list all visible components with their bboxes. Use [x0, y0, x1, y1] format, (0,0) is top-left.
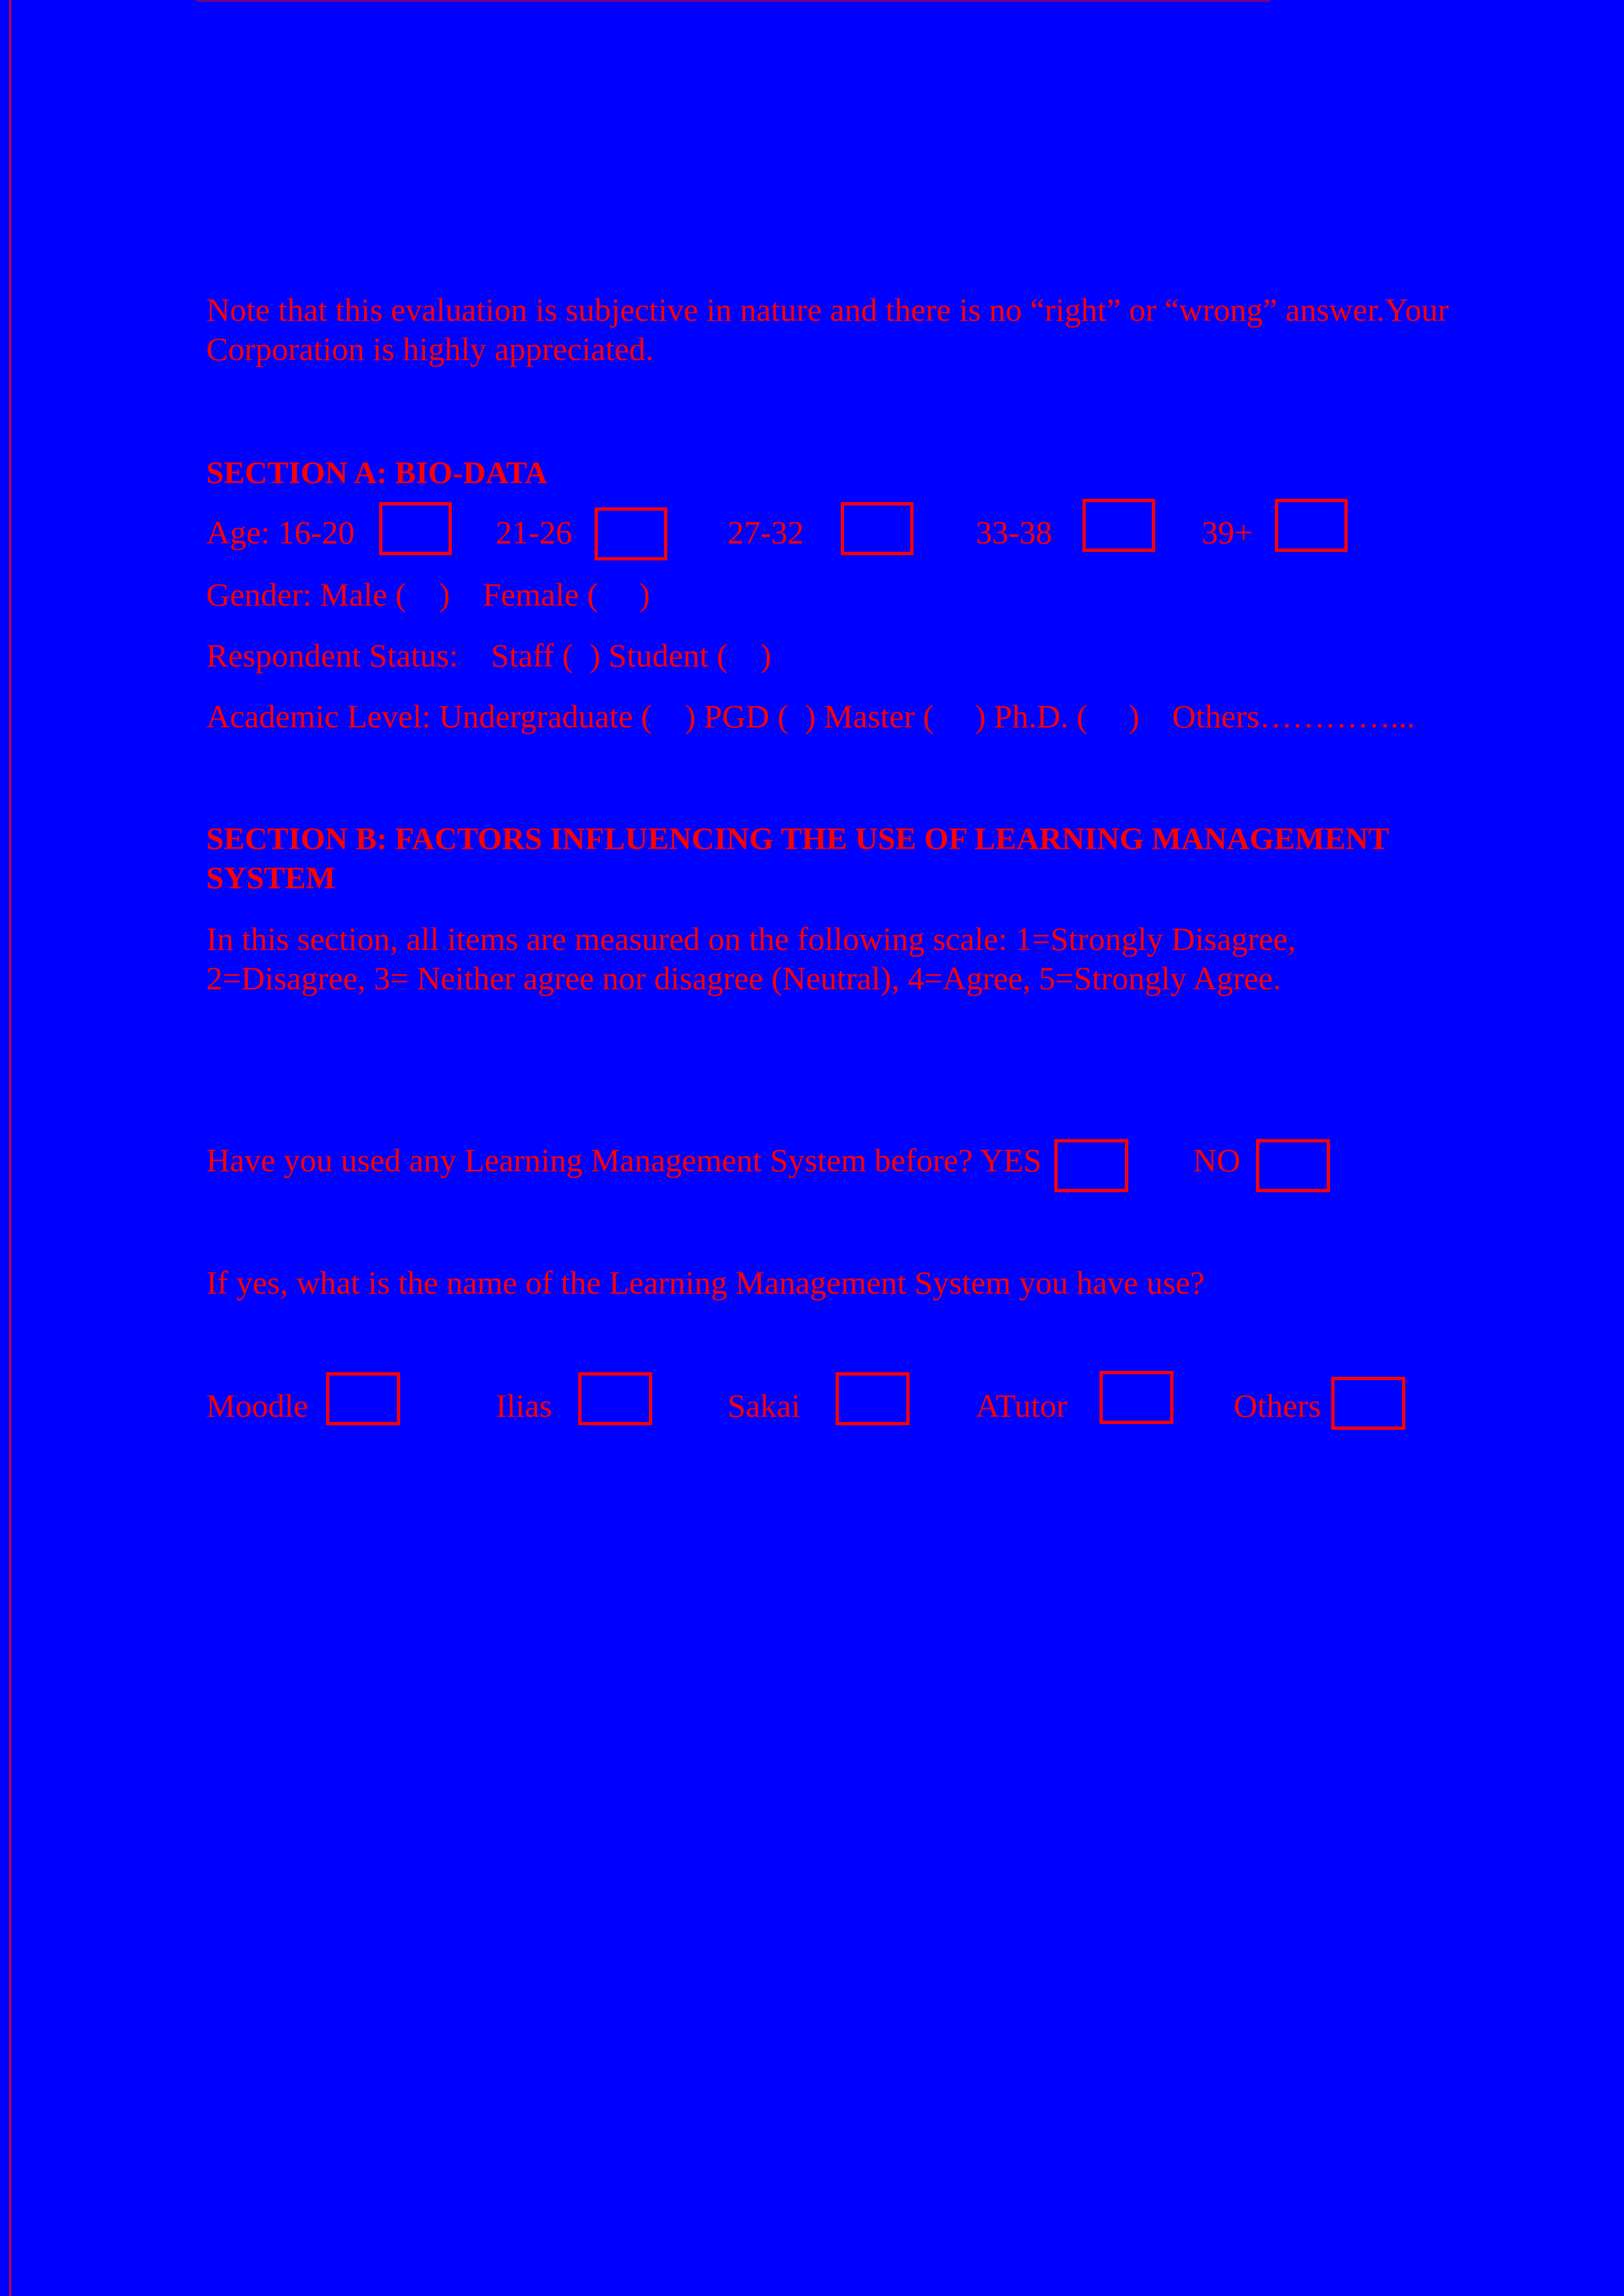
lms-name-question: If yes, what is the name of the Learning… [206, 1264, 1205, 1301]
atutor-checkbox[interactable] [1099, 1371, 1173, 1424]
no-label: NO [1193, 1142, 1241, 1178]
evaluation-note: Note that this evaluation is subjective … [206, 291, 1449, 367]
age-16-20-checkbox[interactable] [379, 502, 452, 555]
age-21-26-checkbox[interactable] [595, 507, 667, 560]
used-lms-row: Have you used any Learning Management Sy… [0, 1134, 1624, 1199]
scale-explanation: In this section, all items are measured … [206, 920, 1296, 996]
age-33-38-checkbox[interactable] [1082, 499, 1155, 552]
age-39-plus-checkbox[interactable] [1275, 499, 1348, 552]
age-27-32-checkbox[interactable] [841, 502, 913, 555]
age-label: Age: 16-20 [206, 514, 355, 551]
lms-option-others: Others [1234, 1387, 1321, 1424]
ilias-checkbox[interactable] [578, 1372, 652, 1425]
yes-checkbox[interactable] [1054, 1139, 1128, 1192]
lms-option-ilias: Ilias [496, 1387, 553, 1424]
others-checkbox[interactable] [1331, 1377, 1405, 1430]
age-option-27-32: 27-32 [728, 514, 804, 551]
sakai-checkbox[interactable] [836, 1372, 910, 1425]
gender-line: Gender: Male ( ) Female ( ) [206, 576, 650, 613]
lms-option-sakai: Sakai [728, 1387, 801, 1424]
lms-option-moodle: Moodle [206, 1387, 308, 1424]
age-option-33-38: 33-38 [976, 514, 1052, 551]
section-a-heading: SECTION A: BIO-DATA [206, 456, 547, 490]
age-option-21-26: 21-26 [496, 514, 572, 551]
lms-option-atutor: ATutor [976, 1387, 1067, 1424]
moodle-checkbox[interactable] [326, 1372, 400, 1425]
top-edge-line [196, 0, 1270, 2]
respondent-status-line: Respondent Status: Staff ( ) Student ( ) [206, 637, 771, 674]
age-row: Age: 16-20 21-26 27-32 33-38 39+ [0, 499, 1624, 564]
age-option-39-plus: 39+ [1202, 514, 1253, 551]
academic-level-line: Academic Level: Undergraduate ( ) PGD ( … [206, 698, 1415, 735]
no-checkbox[interactable] [1256, 1139, 1330, 1192]
section-b-heading: SECTION B: FACTORS INFLUENCING THE USE O… [206, 822, 1389, 896]
lms-options-row: Moodle Ilias Sakai ATutor Others [0, 1368, 1624, 1434]
used-lms-question: Have you used any Learning Management Sy… [206, 1142, 1042, 1178]
